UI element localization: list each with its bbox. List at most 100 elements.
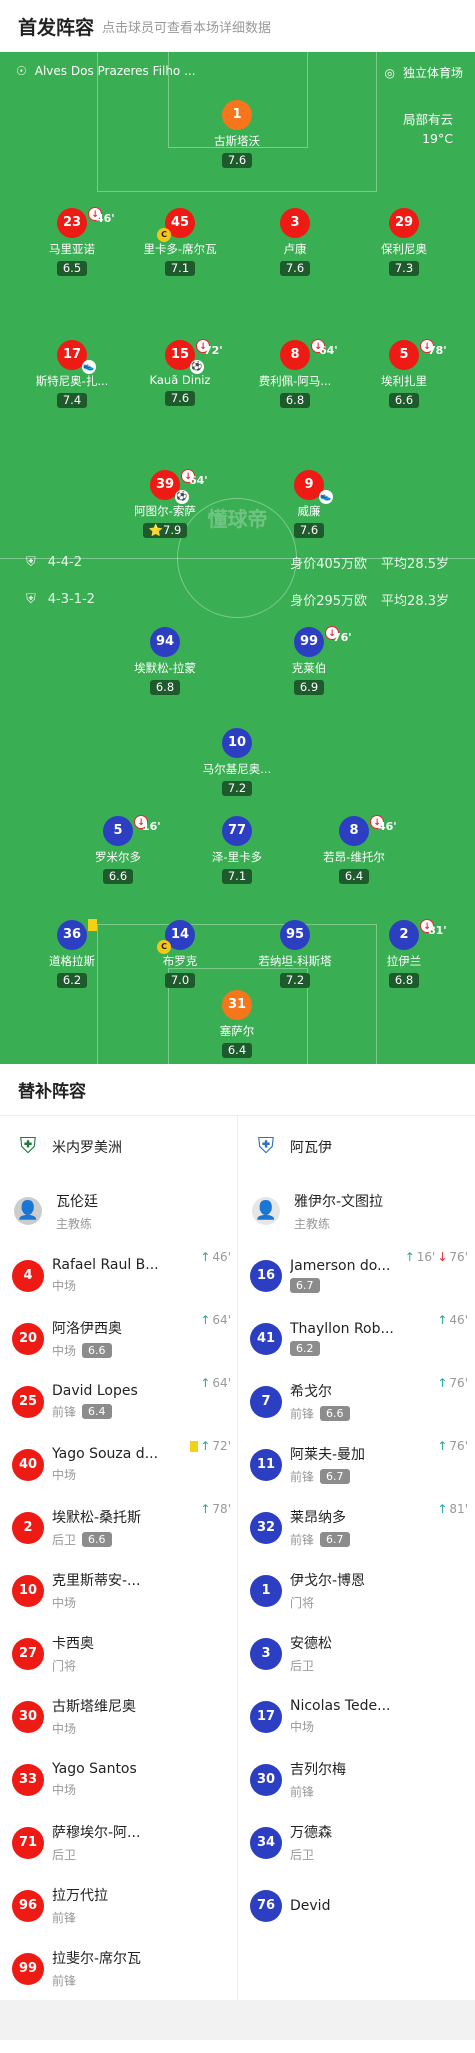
temperature: 19°C (422, 131, 453, 146)
pitch-player[interactable]: 99 ↓ 76' 克莱伯 6.9 (249, 626, 369, 707)
player-name: Rafael Raul B... (52, 1257, 159, 1273)
player-name: 萨穆埃尔-阿... (52, 1825, 141, 1841)
list-item[interactable]: 40 Yago Souza d... 中场 ↑ 72' (0, 1433, 237, 1496)
player-position: 中场 (52, 1468, 77, 1482)
list-item[interactable]: 30 吉列尔梅 前锋 (238, 1748, 474, 1811)
list-item[interactable]: 1 伊戈尔-博恩 门将 (238, 1559, 474, 1622)
player-number: 99 (12, 1952, 44, 1985)
player-number: 9 (304, 477, 314, 492)
pitch-player[interactable]: 10 马尔基尼奥... 7.2 (177, 728, 297, 808)
home-team-header[interactable]: ⛨ 米内罗美洲 (0, 1116, 237, 1178)
list-item[interactable]: 10 克里斯蒂安-... 中场 (0, 1559, 237, 1622)
player-number: 39 (155, 477, 175, 492)
player-name: 保利尼奥 (381, 242, 427, 256)
list-item[interactable]: 41 Thayllon Rob... 6.2 ↑ 46' (238, 1307, 474, 1370)
player-number: 2 (12, 1511, 44, 1544)
list-item[interactable]: 76 Devid (238, 1874, 474, 1937)
list-item[interactable]: 30 古斯塔维尼奥 中场 (0, 1685, 237, 1748)
list-item[interactable]: 33 Yago Santos 中场 (0, 1748, 237, 1811)
list-item[interactable]: 3 安德松 后卫 (238, 1622, 474, 1685)
pitch-player[interactable]: 95 若纳坦-科斯塔 7.2 (235, 920, 355, 1000)
pitch-player[interactable]: 5 ↓ 78' 埃利扎里 6.6 (344, 339, 464, 420)
list-item[interactable]: 11 阿莱夫-曼加 前锋 6.7 ↑ 76' (238, 1433, 474, 1496)
player-number: 16 (250, 1259, 282, 1292)
sub-minute: 76' (333, 631, 352, 644)
pitch-player[interactable]: 36 道格拉斯 6.2 (12, 919, 132, 1000)
player-number: 27 (12, 1637, 44, 1670)
pitch-player[interactable]: 77 泽-里卡多 7.1 (177, 816, 297, 896)
pitch-player[interactable]: 2 ↓ 81' 拉伊兰 6.8 (344, 919, 464, 1000)
list-item[interactable]: 2 埃默松-桑托斯 后卫 6.6 ↑ 78' (0, 1496, 237, 1559)
player-name: 拉万代拉 (52, 1888, 108, 1904)
list-item[interactable]: 4 Rafael Raul B... 中场 ↑ 46' (0, 1244, 237, 1307)
player-name: 若昂-维托尔 (323, 850, 385, 864)
list-item[interactable]: 17 Nicolas Tede... 中场 (238, 1685, 474, 1748)
player-number: 31 (222, 990, 252, 1020)
player-rating: 7.1 (164, 261, 196, 276)
home-average-age: 平均28.5岁 (381, 556, 449, 572)
pitch-player[interactable]: 45 C 里卡多-席尔瓦 7.1 (120, 208, 240, 288)
player-number: 99 (299, 634, 319, 649)
pitch-player[interactable]: 15 ↓ 72' ⚽ Kauã Diniz 7.6 (120, 339, 240, 420)
player-rating: 6.7 (320, 1532, 350, 1547)
player-number: 41 (250, 1322, 282, 1355)
home-subs-column: ⛨ 米内罗美洲 👤 瓦伦廷 主教练 4 Rafael Raul B... 中场 ↑ 46' 2… (0, 1116, 237, 2000)
pitch-player[interactable]: 1 古斯塔沃 7.6 (177, 100, 297, 180)
player-number: 45 (170, 215, 190, 230)
pitch-player[interactable]: 39 ↓ 64' ⚽ 阿图尔-索萨 ⭐7.9 (105, 469, 225, 550)
player-name: Jamerson do... (290, 1258, 391, 1274)
coach-row[interactable]: 👤 瓦伦廷 主教练 (0, 1178, 237, 1244)
pitch-player[interactable]: 14 C 布罗克 7.0 (120, 920, 240, 1000)
player-name: 斯特尼奥-扎... (35, 374, 109, 388)
player-number: 25 (12, 1385, 44, 1418)
pitch-player[interactable]: 17 👟 斯特尼奥-扎... 7.4 (12, 340, 132, 420)
assist-icon: 👟 (319, 490, 333, 504)
sub-minute: 76' (449, 1439, 468, 1453)
sub-minute: 78' (428, 344, 447, 357)
shield-icon: ⛨ (26, 554, 36, 570)
page-title: 首发阵容 (18, 16, 95, 39)
player-name: 卡西奥 (52, 1636, 94, 1652)
player-rating: 7.2 (221, 781, 253, 796)
player-number: 77 (222, 816, 252, 846)
player-number: 4 (12, 1259, 44, 1292)
home-team-value: 身价405万欧 (290, 556, 368, 572)
list-item[interactable]: 25 David Lopes 前锋 6.4 ↑ 64' (0, 1370, 237, 1433)
player-name: David Lopes (52, 1383, 138, 1399)
player-position: 前锋 (290, 1407, 315, 1421)
referee-info[interactable]: ☉ Alves Dos Prazeres Filho ... (16, 64, 196, 78)
team-name: 米内罗美洲 (52, 1140, 122, 1156)
list-item[interactable]: 20 阿洛伊西奥 中场 6.6 ↑ 64' (0, 1307, 237, 1370)
sub-out-minute: 76' (449, 1250, 468, 1264)
list-item[interactable]: 27 卡西奥 门将 (0, 1622, 237, 1685)
list-item[interactable]: 99 拉斐尔-席尔瓦 前锋 (0, 1937, 237, 2000)
pitch-player[interactable]: 8 ↓ 46' 若昂-维托尔 6.4 (294, 815, 414, 896)
list-item[interactable]: 7 希戈尔 前锋 6.6 ↑ 76' (238, 1370, 474, 1433)
away-formation: 4-3-1-2 (47, 591, 95, 607)
list-item[interactable]: 32 莱昂纳多 前锋 6.7 ↑ 81' (238, 1496, 474, 1559)
pitch-player[interactable]: 94 埃默松-拉蒙 6.8 (105, 627, 225, 707)
pitch-player[interactable]: 23 ↓ 46' 马里亚诺 6.5 (12, 207, 132, 288)
player-number: 30 (12, 1700, 44, 1733)
pitch-player[interactable]: 29 保利尼奥 7.3 (344, 208, 464, 288)
away-team-header[interactable]: ⛨ 阿瓦伊 (238, 1116, 474, 1178)
venue-info[interactable]: ◎ 独立体育场 (385, 64, 464, 81)
pitch-player[interactable]: 31 塞萨尔 6.4 (177, 990, 297, 1064)
player-name: 阿莱夫-曼加 (290, 1447, 366, 1463)
player-number: 96 (12, 1889, 44, 1922)
coach-role: 主教练 (56, 1216, 93, 1231)
list-item[interactable]: 71 萨穆埃尔-阿... 后卫 (0, 1811, 237, 1874)
pitch-player[interactable]: 8 ↓ 64' 费利佩-阿马... 6.8 (235, 339, 355, 420)
player-name: 布罗克 (162, 954, 198, 968)
coach-name: 雅伊尔-文图拉 (294, 1193, 384, 1210)
player-number: 5 (113, 823, 123, 838)
list-item[interactable]: 34 万德森 后卫 (238, 1811, 474, 1874)
pitch-player[interactable]: 3 卢康 7.6 (235, 208, 355, 288)
list-item[interactable]: 96 拉万代拉 前锋 (0, 1874, 237, 1937)
pitch-player[interactable]: 9 👟 威廉 7.6 (249, 470, 369, 550)
list-item[interactable]: 16 Jamerson do... 6.7 ↑ 16' ↓ 76' (238, 1244, 474, 1307)
player-number: 33 (12, 1763, 44, 1796)
pitch-player[interactable]: 5 ↓ 16' 罗米尔多 6.6 (58, 815, 178, 896)
coach-row[interactable]: 👤 雅伊尔-文图拉 主教练 (238, 1178, 474, 1244)
stadium-icon: ◎ (384, 65, 395, 80)
